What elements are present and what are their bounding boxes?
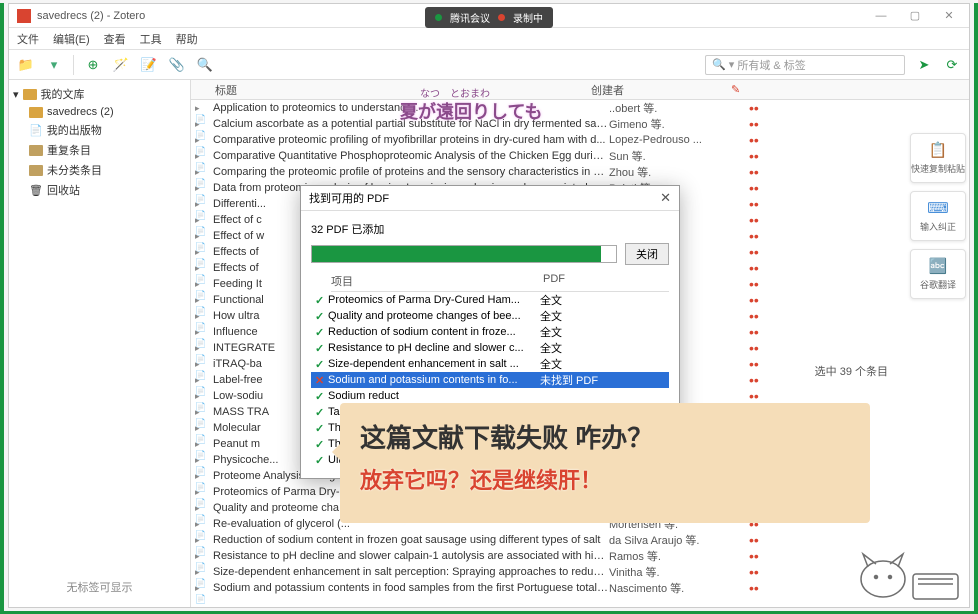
- speech-bubble: 这篇文献下载失败 咋办？ 放弃它吗？还是继续肝！: [340, 403, 870, 523]
- table-row[interactable]: ▸📄Application to proteomics to understan…: [191, 100, 969, 116]
- table-row[interactable]: ▸📄Comparing the proteomic profile of pro…: [191, 164, 969, 180]
- maximize-button[interactable]: ▢: [903, 7, 927, 25]
- sidebar-item[interactable]: 未分类条目: [9, 160, 190, 180]
- col-creator[interactable]: 创建者: [591, 82, 731, 98]
- menu-edit[interactable]: 编辑(E): [53, 31, 90, 47]
- minimize-button[interactable]: —: [869, 7, 893, 25]
- tag-selector: 无标签可显示: [9, 571, 190, 603]
- menu-tools[interactable]: 工具: [140, 31, 162, 47]
- search-input[interactable]: 🔍 ▾ 所有域 & 标签: [705, 55, 905, 75]
- sidebar-item[interactable]: savedrecs (2): [9, 104, 190, 120]
- menu-view[interactable]: 查看: [104, 31, 126, 47]
- sidebar-item[interactable]: 📄我的出版物: [9, 120, 190, 140]
- table-row[interactable]: ▸📄Comparative proteomic profiling of myo…: [191, 132, 969, 148]
- sidebar: ▾我的文库 savedrecs (2) 📄我的出版物 重复条目 未分类条目 🗑回…: [9, 80, 191, 607]
- table-row[interactable]: ▸📄Calcium ascorbate as a potential parti…: [191, 116, 969, 132]
- sidebar-trash[interactable]: 🗑回收站: [9, 180, 190, 200]
- progress-bar: [311, 245, 617, 263]
- sidebar-my-library[interactable]: ▾我的文库: [9, 84, 190, 104]
- speech-line1: 这篇文献下载失败 咋办？: [360, 418, 850, 455]
- app-icon: [17, 9, 31, 23]
- table-row[interactable]: ▸📄Comparative Quantitative Phosphoproteo…: [191, 148, 969, 164]
- recording-pill: 腾讯会议 录制中: [425, 7, 553, 28]
- rtool-google-translate[interactable]: 🔤谷歌翻译: [910, 249, 966, 299]
- lookup-icon[interactable]: 🔍: [196, 56, 214, 74]
- dialog-close-button[interactable]: 关闭: [625, 243, 669, 265]
- menubar: 文件 编辑(E) 查看 工具 帮助: [9, 28, 969, 50]
- new-collection-icon[interactable]: 📁: [17, 56, 35, 74]
- sidebar-item[interactable]: 重复条目: [9, 140, 190, 160]
- attach-icon[interactable]: 📎: [168, 56, 186, 74]
- selection-count: 选中 39 个条目: [815, 363, 888, 379]
- dialog-row[interactable]: ✓Size-dependent enhancement in salt ...全…: [311, 356, 669, 372]
- cat-doodle: [848, 529, 968, 609]
- dialog-close-icon[interactable]: ✕: [660, 190, 671, 206]
- locate-icon[interactable]: ➤: [915, 56, 933, 74]
- col-title[interactable]: 标题: [191, 82, 591, 98]
- dialog-row[interactable]: ✓Reduction of sodium content in froze...…: [311, 324, 669, 340]
- lyrics-overlay: 夏が遠回りしても: [400, 98, 543, 124]
- close-button[interactable]: ✕: [937, 7, 961, 25]
- dialog-row[interactable]: ✓Quality and proteome changes of bee...全…: [311, 308, 669, 324]
- menu-help[interactable]: 帮助: [176, 31, 198, 47]
- dialog-msg: 32 PDF 已添加: [311, 221, 669, 237]
- wand-icon[interactable]: 🪄: [112, 56, 130, 74]
- dialog-row[interactable]: ✓Proteomics of Parma Dry-Cured Ham...全文: [311, 292, 669, 308]
- speech-line2: 放弃它吗？还是继续肝！: [360, 463, 850, 495]
- dialog-row[interactable]: ✓Resistance to pH decline and slower c..…: [311, 340, 669, 356]
- rtool-copy-paste[interactable]: 📋快速复制粘贴: [910, 133, 966, 183]
- right-toolbar: 📋快速复制粘贴 ⌨输入纠正 🔤谷歌翻译: [910, 133, 970, 299]
- dialog-row[interactable]: ✓Sodium reduct: [311, 388, 669, 404]
- menu-file[interactable]: 文件: [17, 31, 39, 47]
- dialog-row[interactable]: ✕Sodium and potassium contents in fo...未…: [311, 372, 669, 388]
- sync-icon[interactable]: ⟳: [943, 56, 961, 74]
- column-headers[interactable]: 标题 创建者 ✎: [191, 80, 969, 100]
- toolbar: 📁 ▾ ⊕ 🪄 📝 📎 🔍 🔍 ▾ 所有域 & 标签 ➤ ⟳: [9, 50, 969, 80]
- note-icon[interactable]: 📝: [140, 56, 158, 74]
- new-library-icon[interactable]: ▾: [45, 56, 63, 74]
- new-item-icon[interactable]: ⊕: [84, 56, 102, 74]
- rtool-input-correct[interactable]: ⌨输入纠正: [910, 191, 966, 241]
- dialog-title: 找到可用的 PDF: [309, 190, 389, 206]
